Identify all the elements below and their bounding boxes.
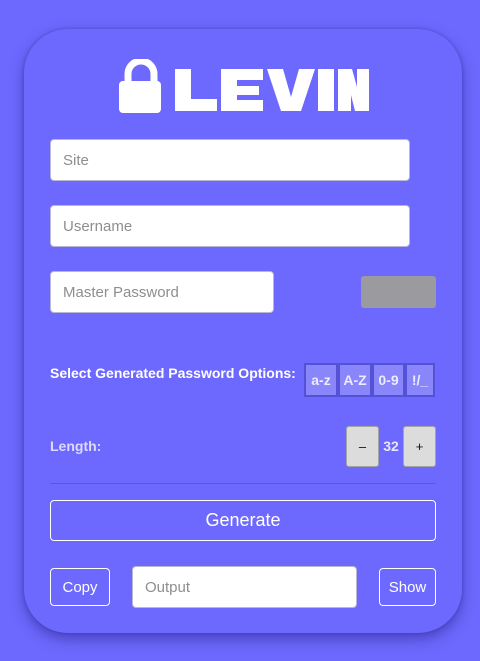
master-password-input[interactable]	[50, 271, 274, 313]
options-label: Select Generated Password Options:	[50, 365, 296, 381]
divider	[50, 483, 436, 484]
copy-button[interactable]: Copy	[50, 568, 110, 606]
lock-icon	[119, 59, 369, 113]
logo-wordmark	[175, 69, 369, 111]
option-uppercase-toggle[interactable]: A-Z	[338, 363, 372, 397]
length-decrement-button[interactable]: –	[346, 426, 379, 467]
output-field[interactable]	[132, 566, 357, 608]
username-input[interactable]	[50, 205, 410, 247]
show-button[interactable]: Show	[379, 568, 436, 606]
option-lowercase-toggle[interactable]: a-z	[304, 363, 338, 397]
logo	[117, 59, 369, 115]
generate-button[interactable]: Generate	[50, 500, 436, 541]
password-strength-indicator	[361, 276, 436, 308]
length-value: 32	[383, 438, 399, 454]
length-increment-button[interactable]: +	[403, 426, 436, 467]
option-symbols-toggle[interactable]: !/_	[405, 363, 435, 397]
option-digits-toggle[interactable]: 0-9	[372, 363, 405, 397]
site-input[interactable]	[50, 139, 410, 181]
options-group: a-z A-Z 0-9 !/_	[304, 363, 435, 397]
generator-card: Select Generated Password Options: a-z A…	[24, 29, 462, 633]
length-label: Length:	[50, 438, 102, 454]
